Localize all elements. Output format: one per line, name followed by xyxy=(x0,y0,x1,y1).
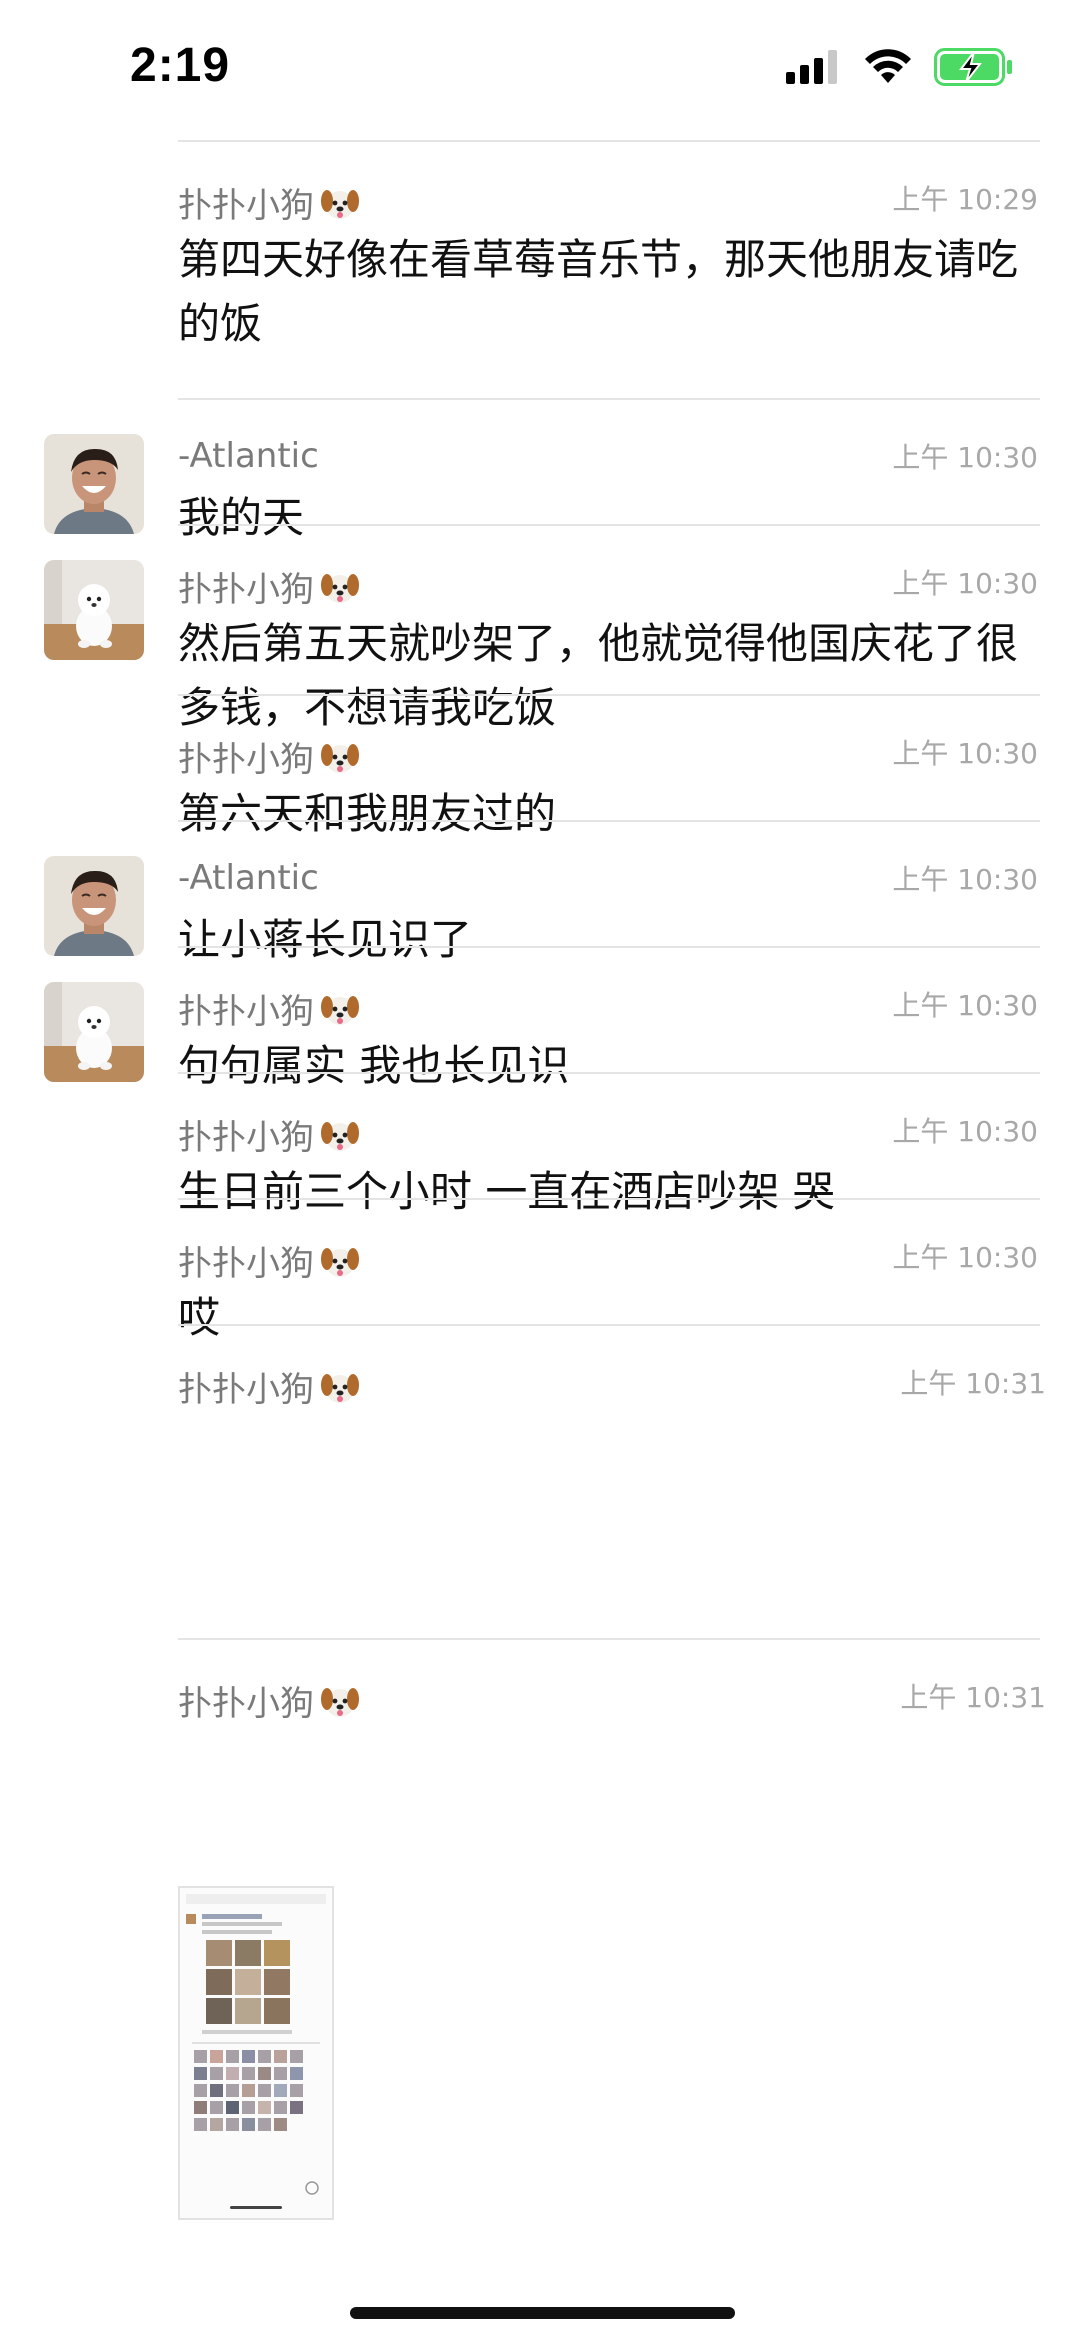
dog-face-emoji xyxy=(321,189,359,219)
message-item[interactable]: 扑扑小狗 上午 10:30 句句属实 我也长见识 xyxy=(0,946,1080,1090)
message-item[interactable]: 扑扑小狗 上午 10:31 xyxy=(0,1638,1080,1764)
message-item[interactable]: 扑扑小狗 上午 10:30 生日前三个小时 一直在酒店吵架 哭 xyxy=(0,1072,1080,1216)
message-time: 上午 10:30 xyxy=(892,1241,1038,1274)
sender-name[interactable]: 扑扑小狗 xyxy=(178,562,360,611)
message-time: 上午 10:30 xyxy=(892,441,1038,474)
white-puppy-avatar xyxy=(44,982,144,1082)
message-item[interactable]: -Atlantic 上午 10:30 让小蒋长见识了 xyxy=(0,820,1080,964)
message-time: 上午 10:30 xyxy=(892,989,1038,1022)
avatar[interactable] xyxy=(44,982,144,1082)
sender-name[interactable]: -Atlantic xyxy=(178,436,319,476)
message-item[interactable]: 扑扑小狗 上午 10:30 然后第五天就吵架了，他就觉得他国庆花了很多钱，不想请… xyxy=(0,524,1080,732)
sender-name[interactable]: 扑扑小狗 xyxy=(178,1110,360,1159)
battery-charging-icon xyxy=(934,48,1012,86)
message-time: 上午 10:31 xyxy=(900,1367,1046,1400)
image-thumbnail[interactable] xyxy=(178,1886,334,2220)
status-time: 2:19 xyxy=(130,39,231,92)
message-item[interactable]: 扑扑小狗 上午 10:30 哎 xyxy=(0,1198,1080,1342)
man-laughing-avatar xyxy=(44,856,144,956)
sender-name[interactable]: -Atlantic xyxy=(178,858,319,898)
avatar[interactable] xyxy=(44,856,144,956)
dog-face-emoji xyxy=(321,1373,359,1403)
wifi-icon xyxy=(865,49,911,83)
sender-name[interactable]: 扑扑小狗 xyxy=(178,1236,360,1285)
home-indicator[interactable] xyxy=(350,2307,735,2319)
avatar[interactable] xyxy=(44,434,144,534)
message-item[interactable]: 扑扑小狗 上午 10:31 xyxy=(0,1324,1080,1638)
dog-face-emoji xyxy=(321,1687,359,1717)
man-laughing-avatar xyxy=(44,434,144,534)
sender-name[interactable]: 扑扑小狗 xyxy=(178,984,360,1033)
sender-name[interactable]: 扑扑小狗 xyxy=(178,732,360,781)
status-icons xyxy=(786,48,1014,86)
message-time: 上午 10:30 xyxy=(892,737,1038,770)
message-time: 上午 10:30 xyxy=(892,1115,1038,1148)
chat-screenshot-image xyxy=(180,1888,332,2218)
message-item[interactable]: 扑扑小狗 上午 10:30 第六天和我朋友过的 xyxy=(0,694,1080,838)
white-puppy-avatar xyxy=(44,560,144,660)
dog-face-emoji xyxy=(321,1121,359,1151)
cellular-signal-icon xyxy=(786,50,837,84)
dog-face-emoji xyxy=(321,573,359,603)
status-bar: 2:19 xyxy=(0,0,1080,140)
message-time: 上午 10:29 xyxy=(892,183,1038,216)
sender-name[interactable]: 扑扑小狗 xyxy=(178,1676,360,1725)
message-item[interactable]: -Atlantic 上午 10:30 我的天 xyxy=(0,398,1080,542)
sender-name[interactable]: 扑扑小狗 xyxy=(178,1362,360,1411)
message-time: 上午 10:30 xyxy=(892,567,1038,600)
message-time: 上午 10:30 xyxy=(892,863,1038,896)
message-time: 上午 10:31 xyxy=(900,1681,1046,1714)
message-text[interactable]: 第四天好像在看草莓音乐节，那天他朋友请吃的饭 xyxy=(178,228,1018,356)
message-item[interactable]: 扑扑小狗 上午 10:29 第四天好像在看草莓音乐节，那天他朋友请吃的饭 xyxy=(0,140,1080,398)
chat-history[interactable]: 扑扑小狗 上午 10:29 第四天好像在看草莓音乐节，那天他朋友请吃的饭 -At… xyxy=(0,140,1080,2337)
dog-face-emoji xyxy=(321,995,359,1025)
dog-face-emoji xyxy=(321,743,359,773)
sender-name[interactable]: 扑扑小狗 xyxy=(178,178,360,227)
avatar[interactable] xyxy=(44,560,144,660)
dog-face-emoji xyxy=(321,1247,359,1277)
